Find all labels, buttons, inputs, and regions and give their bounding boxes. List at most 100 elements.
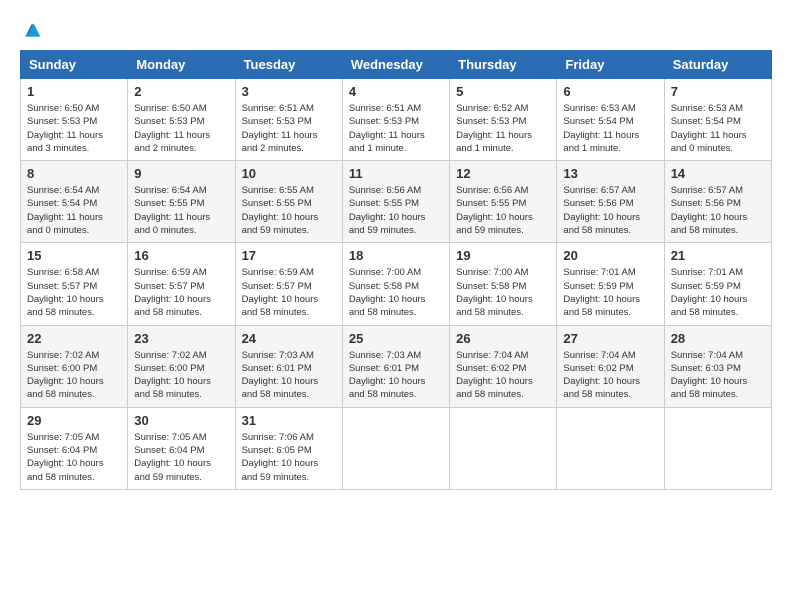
day-number: 30	[134, 413, 228, 428]
day-info: Sunrise: 6:50 AM Sunset: 5:53 PM Dayligh…	[134, 102, 228, 155]
day-number: 11	[349, 166, 443, 181]
calendar-cell	[342, 407, 449, 489]
calendar-cell: 25Sunrise: 7:03 AM Sunset: 6:01 PM Dayli…	[342, 325, 449, 407]
day-info: Sunrise: 6:58 AM Sunset: 5:57 PM Dayligh…	[27, 266, 121, 319]
day-info: Sunrise: 6:59 AM Sunset: 5:57 PM Dayligh…	[134, 266, 228, 319]
day-number: 4	[349, 84, 443, 99]
day-info: Sunrise: 6:59 AM Sunset: 5:57 PM Dayligh…	[242, 266, 336, 319]
weekday-header-friday: Friday	[557, 51, 664, 79]
day-number: 7	[671, 84, 765, 99]
day-number: 15	[27, 248, 121, 263]
day-number: 8	[27, 166, 121, 181]
calendar-cell: 13 Sunrise: 6:57 AM Sunset: 5:56 PM Dayli…	[557, 161, 664, 243]
calendar-week-3: 15 Sunrise: 6:58 AM Sunset: 5:57 PM Dayli…	[21, 243, 772, 325]
day-number: 20	[563, 248, 657, 263]
day-info: Sunrise: 7:06 AM Sunset: 6:05 PM Dayligh…	[242, 431, 336, 484]
calendar-week-2: 8 Sunrise: 6:54 AM Sunset: 5:54 PM Daylig…	[21, 161, 772, 243]
day-info: Sunrise: 7:04 AM Sunset: 6:03 PM Dayligh…	[671, 349, 765, 402]
calendar-cell: 19Sunrise: 7:00 AM Sunset: 5:58 PM Dayli…	[450, 243, 557, 325]
calendar-cell: 14 Sunrise: 6:57 AM Sunset: 5:56 PM Dayli…	[664, 161, 771, 243]
day-number: 5	[456, 84, 550, 99]
day-info: Sunrise: 6:57 AM Sunset: 5:56 PM Dayligh…	[563, 184, 657, 237]
day-info: Sunrise: 7:05 AM Sunset: 6:04 PM Dayligh…	[134, 431, 228, 484]
day-number: 22	[27, 331, 121, 346]
day-info: Sunrise: 7:01 AM Sunset: 5:59 PM Dayligh…	[563, 266, 657, 319]
calendar-cell: 21 Sunrise: 7:01 AM Sunset: 5:59 PM Dayli…	[664, 243, 771, 325]
calendar-body: 1 Sunrise: 6:50 AM Sunset: 5:53 PM Daylig…	[21, 79, 772, 490]
calendar-cell: 7 Sunrise: 6:53 AM Sunset: 5:54 PM Daylig…	[664, 79, 771, 161]
day-number: 25	[349, 331, 443, 346]
day-number: 26	[456, 331, 550, 346]
day-number: 21	[671, 248, 765, 263]
calendar-cell: 5Sunrise: 6:52 AM Sunset: 5:53 PM Daylig…	[450, 79, 557, 161]
calendar-cell: 18 Sunrise: 7:00 AM Sunset: 5:58 PM Dayli…	[342, 243, 449, 325]
day-info: Sunrise: 7:02 AM Sunset: 6:00 PM Dayligh…	[27, 349, 121, 402]
day-number: 23	[134, 331, 228, 346]
day-info: Sunrise: 7:01 AM Sunset: 5:59 PM Dayligh…	[671, 266, 765, 319]
calendar-week-1: 1 Sunrise: 6:50 AM Sunset: 5:53 PM Daylig…	[21, 79, 772, 161]
day-number: 2	[134, 84, 228, 99]
day-number: 13	[563, 166, 657, 181]
calendar-cell: 11Sunrise: 6:56 AM Sunset: 5:55 PM Dayli…	[342, 161, 449, 243]
calendar-cell: 6 Sunrise: 6:53 AM Sunset: 5:54 PM Daylig…	[557, 79, 664, 161]
calendar-cell: 16Sunrise: 6:59 AM Sunset: 5:57 PM Dayli…	[128, 243, 235, 325]
day-number: 3	[242, 84, 336, 99]
day-number: 14	[671, 166, 765, 181]
calendar-table: SundayMondayTuesdayWednesdayThursdayFrid…	[20, 50, 772, 490]
calendar-cell: 26 Sunrise: 7:04 AM Sunset: 6:02 PM Dayli…	[450, 325, 557, 407]
calendar-cell: 15 Sunrise: 6:58 AM Sunset: 5:57 PM Dayli…	[21, 243, 128, 325]
day-info: Sunrise: 6:53 AM Sunset: 5:54 PM Dayligh…	[563, 102, 657, 155]
calendar-cell: 31 Sunrise: 7:06 AM Sunset: 6:05 PM Dayli…	[235, 407, 342, 489]
day-info: Sunrise: 6:56 AM Sunset: 5:55 PM Dayligh…	[456, 184, 550, 237]
calendar-cell: 27 Sunrise: 7:04 AM Sunset: 6:02 PM Dayli…	[557, 325, 664, 407]
calendar-cell: 10 Sunrise: 6:55 AM Sunset: 5:55 PM Dayli…	[235, 161, 342, 243]
calendar-header-row: SundayMondayTuesdayWednesdayThursdayFrid…	[21, 51, 772, 79]
day-info: Sunrise: 6:57 AM Sunset: 5:56 PM Dayligh…	[671, 184, 765, 237]
day-number: 1	[27, 84, 121, 99]
day-info: Sunrise: 7:05 AM Sunset: 6:04 PM Dayligh…	[27, 431, 121, 484]
day-info: Sunrise: 6:53 AM Sunset: 5:54 PM Dayligh…	[671, 102, 765, 155]
weekday-header-saturday: Saturday	[664, 51, 771, 79]
day-number: 6	[563, 84, 657, 99]
calendar-cell: 9 Sunrise: 6:54 AM Sunset: 5:55 PM Daylig…	[128, 161, 235, 243]
calendar-cell: 23Sunrise: 7:02 AM Sunset: 6:00 PM Dayli…	[128, 325, 235, 407]
weekday-header-tuesday: Tuesday	[235, 51, 342, 79]
day-number: 17	[242, 248, 336, 263]
day-info: Sunrise: 6:54 AM Sunset: 5:55 PM Dayligh…	[134, 184, 228, 237]
day-number: 18	[349, 248, 443, 263]
weekday-header-sunday: Sunday	[21, 51, 128, 79]
page-header	[20, 20, 772, 40]
weekday-header-wednesday: Wednesday	[342, 51, 449, 79]
day-info: Sunrise: 6:50 AM Sunset: 5:53 PM Dayligh…	[27, 102, 121, 155]
logo-icon	[22, 20, 42, 40]
calendar-cell: 3 Sunrise: 6:51 AM Sunset: 5:53 PM Daylig…	[235, 79, 342, 161]
day-info: Sunrise: 7:04 AM Sunset: 6:02 PM Dayligh…	[563, 349, 657, 402]
day-number: 29	[27, 413, 121, 428]
calendar-cell	[557, 407, 664, 489]
day-number: 12	[456, 166, 550, 181]
calendar-cell: 24 Sunrise: 7:03 AM Sunset: 6:01 PM Dayli…	[235, 325, 342, 407]
calendar-cell	[664, 407, 771, 489]
calendar-cell: 4Sunrise: 6:51 AM Sunset: 5:53 PM Daylig…	[342, 79, 449, 161]
day-number: 27	[563, 331, 657, 346]
day-number: 24	[242, 331, 336, 346]
day-info: Sunrise: 7:04 AM Sunset: 6:02 PM Dayligh…	[456, 349, 550, 402]
day-info: Sunrise: 6:55 AM Sunset: 5:55 PM Dayligh…	[242, 184, 336, 237]
calendar-cell: 1 Sunrise: 6:50 AM Sunset: 5:53 PM Daylig…	[21, 79, 128, 161]
day-info: Sunrise: 6:51 AM Sunset: 5:53 PM Dayligh…	[242, 102, 336, 155]
calendar-cell: 20 Sunrise: 7:01 AM Sunset: 5:59 PM Dayli…	[557, 243, 664, 325]
day-info: Sunrise: 7:00 AM Sunset: 5:58 PM Dayligh…	[349, 266, 443, 319]
calendar-cell: 2 Sunrise: 6:50 AM Sunset: 5:53 PM Daylig…	[128, 79, 235, 161]
day-number: 10	[242, 166, 336, 181]
day-number: 31	[242, 413, 336, 428]
day-info: Sunrise: 6:54 AM Sunset: 5:54 PM Dayligh…	[27, 184, 121, 237]
day-number: 9	[134, 166, 228, 181]
logo	[20, 20, 42, 40]
calendar-cell: 17 Sunrise: 6:59 AM Sunset: 5:57 PM Dayli…	[235, 243, 342, 325]
day-info: Sunrise: 7:00 AM Sunset: 5:58 PM Dayligh…	[456, 266, 550, 319]
weekday-header-monday: Monday	[128, 51, 235, 79]
calendar-cell: 22 Sunrise: 7:02 AM Sunset: 6:00 PM Dayli…	[21, 325, 128, 407]
calendar-cell: 12 Sunrise: 6:56 AM Sunset: 5:55 PM Dayli…	[450, 161, 557, 243]
day-info: Sunrise: 7:03 AM Sunset: 6:01 PM Dayligh…	[242, 349, 336, 402]
calendar-week-4: 22 Sunrise: 7:02 AM Sunset: 6:00 PM Dayli…	[21, 325, 772, 407]
